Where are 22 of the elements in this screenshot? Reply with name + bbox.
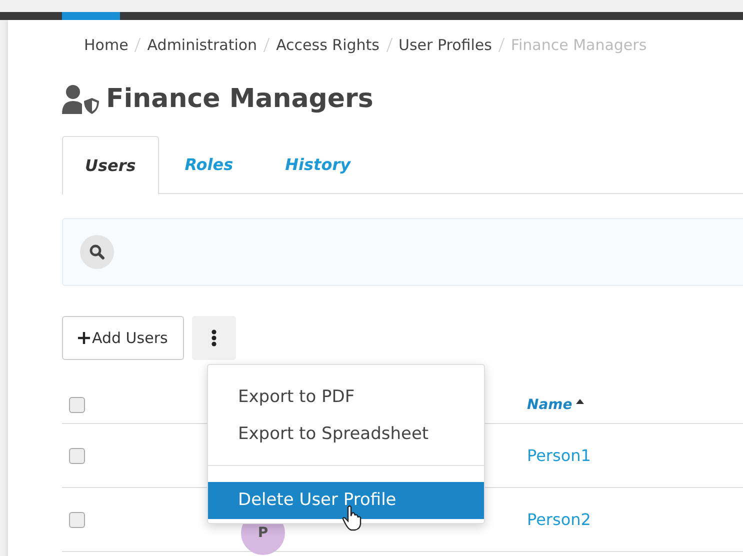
vertical-dots-icon [210,329,217,347]
select-all-checkbox[interactable] [69,397,85,413]
more-options-button[interactable] [192,316,236,360]
menu-item[interactable]: Export to Spreadsheet [208,416,484,453]
user-shield-icon [62,84,100,114]
search-button[interactable] [80,235,114,269]
search-icon [89,244,105,260]
tab[interactable]: Users [62,136,159,195]
plus-icon [78,332,90,344]
column-header[interactable]: Name [527,397,572,413]
breadcrumb-item[interactable]: Administration [147,36,258,54]
breadcrumb-item: Finance Managers [510,36,647,54]
menu-item[interactable]: Delete User Profile [208,482,484,519]
menu-item[interactable]: Export to PDF [208,379,484,416]
active-section-indicator [62,12,120,20]
breadcrumb-item[interactable]: Access Rights [276,36,380,54]
page-title: Finance Managers [106,84,374,114]
breadcrumb-item[interactable]: Home [84,36,128,54]
row-checkbox[interactable] [69,512,85,528]
breadcrumb-item[interactable]: User Profiles [398,36,492,54]
add-users-button[interactable]: Add Users [62,316,184,360]
row-checkbox[interactable] [69,448,85,464]
